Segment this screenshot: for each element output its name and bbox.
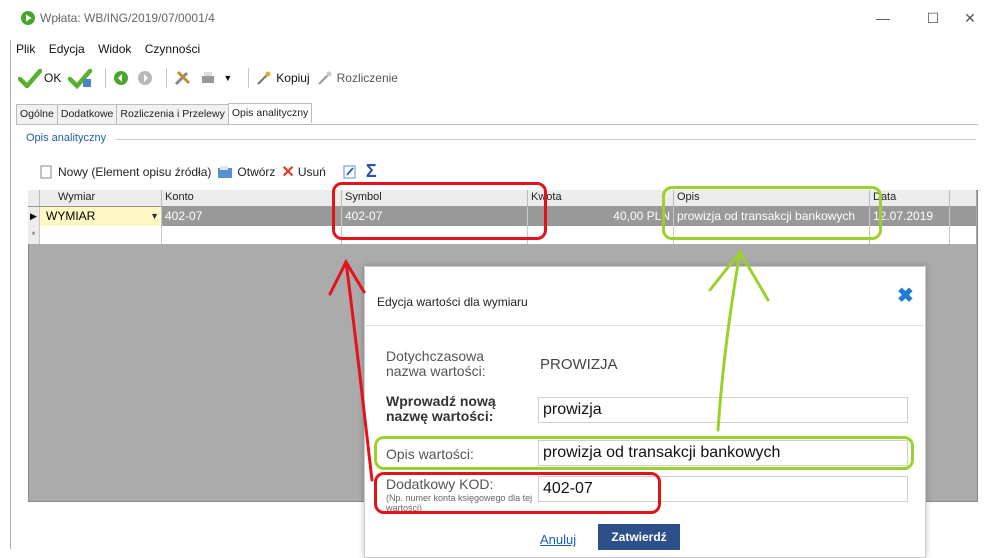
annotation-arrows bbox=[328, 249, 770, 482]
red-arrow bbox=[328, 258, 374, 482]
green-arrow bbox=[708, 249, 770, 432]
